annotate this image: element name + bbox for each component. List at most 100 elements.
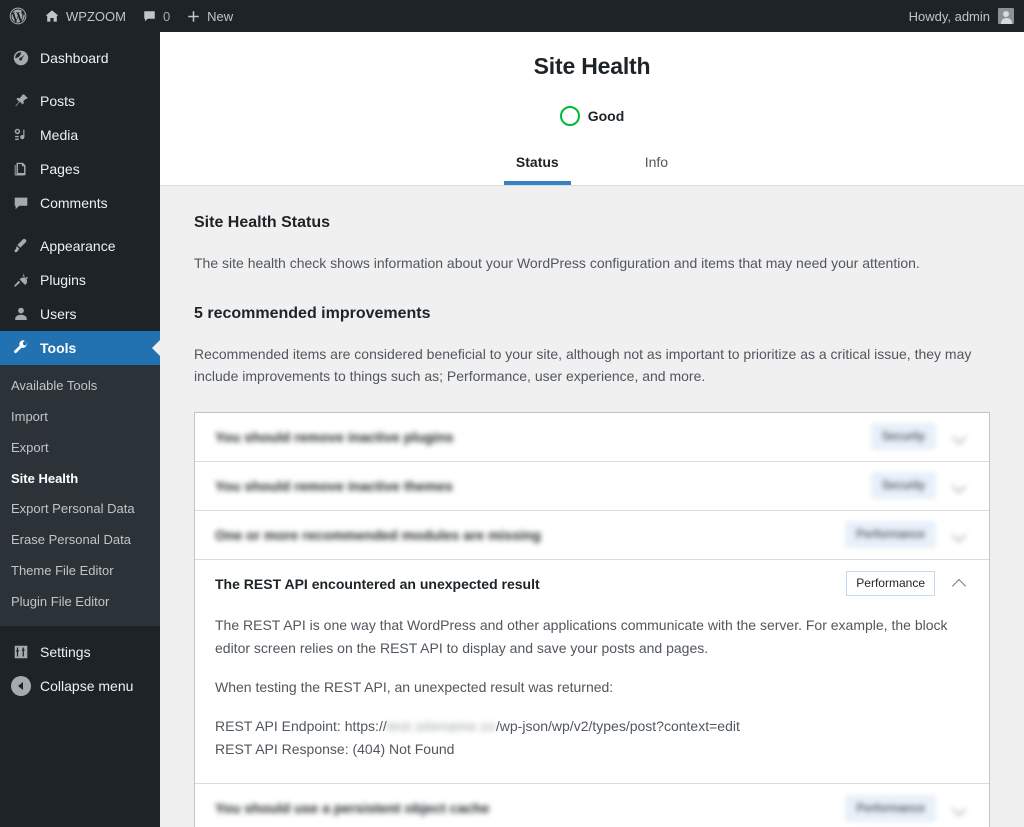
sidebar-item-label: Appearance bbox=[40, 238, 116, 254]
submenu-item-export[interactable]: Export bbox=[0, 433, 160, 464]
paintbrush-icon bbox=[11, 236, 31, 256]
sidebar-item-label: Dashboard bbox=[40, 50, 109, 66]
section-title: Site Health Status bbox=[194, 213, 331, 231]
admin-bar: WPZOOM 0 New Howdy, admin bbox=[0, 0, 1024, 32]
sidebar-item-label: Plugins bbox=[40, 272, 86, 288]
accordion-toggle[interactable] bbox=[947, 523, 971, 547]
site-health-header: Site Health Good Status Info bbox=[160, 32, 1024, 186]
user-icon bbox=[11, 304, 31, 324]
sidebar-item-plugins[interactable]: Plugins bbox=[0, 263, 160, 297]
accordion-header[interactable]: You should remove inactive themes Securi… bbox=[195, 462, 989, 510]
sidebar-item-pages[interactable]: Pages bbox=[0, 152, 160, 186]
accordion-row: You should remove inactive plugins Secur… bbox=[195, 413, 989, 462]
chevron-down-icon bbox=[953, 528, 966, 541]
submenu-item-site-health[interactable]: Site Health bbox=[0, 464, 160, 495]
endpoint-suffix: /wp-json/wp/v2/types/post?context=edit bbox=[495, 718, 740, 735]
status-badge: Performance bbox=[846, 795, 935, 821]
issues-accordion: You should remove inactive plugins Secur… bbox=[194, 411, 990, 827]
menu-separator-3 bbox=[0, 626, 160, 635]
endpoint-redacted-domain: test.sitename.xx bbox=[386, 718, 496, 735]
sidebar-item-media[interactable]: Media bbox=[0, 118, 160, 152]
wordpress-logo-button[interactable] bbox=[0, 0, 36, 32]
accordion-title: You should use a persistent object cache bbox=[215, 800, 490, 817]
chevron-down-icon bbox=[953, 430, 966, 443]
accordion-row: You should use a persistent object cache… bbox=[195, 784, 989, 827]
sidebar-item-label: Posts bbox=[40, 93, 76, 109]
accordion-header[interactable]: The REST API encountered an unexpected r… bbox=[195, 560, 989, 608]
accordion-header[interactable]: You should remove inactive plugins Secur… bbox=[195, 413, 989, 461]
accordion-toggle[interactable] bbox=[947, 796, 971, 820]
plus-icon bbox=[188, 10, 199, 22]
accordion-row-expanded: The REST API encountered an unexpected r… bbox=[195, 560, 989, 785]
submenu-item-available-tools[interactable]: Available Tools bbox=[0, 371, 160, 402]
sidebar-bottom: Settings Collapse menu bbox=[0, 625, 160, 703]
page-title: Site Health bbox=[533, 53, 651, 79]
account-menu[interactable]: Howdy, admin bbox=[909, 8, 1024, 24]
health-tabs: Status Info bbox=[160, 148, 1024, 185]
accordion-toggle[interactable] bbox=[947, 572, 971, 596]
site-health-body: Site Health Status The site health check… bbox=[160, 186, 1024, 827]
accordion-title: You should remove inactive plugins bbox=[215, 428, 454, 445]
tab-status[interactable]: Status bbox=[503, 148, 571, 185]
avatar bbox=[998, 8, 1014, 24]
accordion-header[interactable]: One or more recommended modules are miss… bbox=[195, 511, 989, 559]
new-content-label: New bbox=[207, 8, 234, 24]
menu-top-spacer bbox=[0, 32, 160, 41]
site-name-label: WPZOOM bbox=[66, 8, 126, 24]
submenu-item-import[interactable]: Import bbox=[0, 402, 160, 433]
accordion-title: One or more recommended modules are miss… bbox=[215, 526, 541, 543]
accordion-header[interactable]: You should use a persistent object cache… bbox=[195, 784, 989, 827]
comments-count: 0 bbox=[162, 8, 171, 24]
pin-icon bbox=[11, 91, 31, 111]
sidebar-item-users[interactable]: Users bbox=[0, 297, 160, 331]
sidebar-item-label: Users bbox=[40, 306, 77, 322]
accordion-toggle[interactable] bbox=[947, 474, 971, 498]
collapse-menu-label: Collapse menu bbox=[40, 677, 134, 694]
sidebar-item-label: Settings bbox=[40, 643, 91, 660]
sidebar-item-posts[interactable]: Posts bbox=[0, 84, 160, 118]
submenu-item-export-personal-data[interactable]: Export Personal Data bbox=[0, 494, 160, 525]
sidebar-item-comments[interactable]: Comments bbox=[0, 186, 160, 220]
home-icon bbox=[45, 10, 59, 22]
accordion-title: You should remove inactive themes bbox=[215, 477, 453, 494]
endpoint-prefix: REST API Endpoint: https:// bbox=[215, 718, 387, 735]
sidebar-item-label: Pages bbox=[40, 161, 80, 177]
plug-icon bbox=[11, 270, 31, 290]
sidebar-item-appearance[interactable]: Appearance bbox=[0, 229, 160, 263]
howdy-label: Howdy, admin bbox=[908, 8, 990, 24]
accordion-row: One or more recommended modules are miss… bbox=[195, 511, 989, 560]
sidebar-item-settings[interactable]: Settings bbox=[0, 635, 160, 669]
wrench-icon bbox=[11, 338, 31, 358]
menu-separator-1 bbox=[0, 75, 160, 84]
collapse-menu-button[interactable]: Collapse menu bbox=[0, 669, 160, 703]
accordion-row: You should remove inactive themes Securi… bbox=[195, 462, 989, 511]
improvements-title: 5 recommended improvements bbox=[194, 304, 431, 322]
rest-api-details: REST API Endpoint: https://test.sitename… bbox=[215, 715, 969, 761]
submenu-item-plugin-file-editor[interactable]: Plugin File Editor bbox=[0, 587, 160, 618]
new-content-button[interactable]: New bbox=[178, 0, 241, 32]
section-description: The site health check shows information … bbox=[194, 255, 920, 272]
tab-info[interactable]: Info bbox=[633, 148, 680, 185]
health-status-indicator: Good bbox=[160, 105, 1024, 126]
submenu-item-theme-file-editor[interactable]: Theme File Editor bbox=[0, 556, 160, 587]
submenu-item-erase-personal-data[interactable]: Erase Personal Data bbox=[0, 525, 160, 556]
collapse-arrow-icon bbox=[11, 675, 31, 696]
main-content: Site Health Good Status Info Site Health… bbox=[160, 32, 1024, 827]
site-name-button[interactable]: WPZOOM bbox=[36, 0, 134, 32]
accordion-title: The REST API encountered an unexpected r… bbox=[215, 575, 540, 592]
status-label: Good bbox=[587, 107, 625, 124]
sidebar-item-tools[interactable]: Tools bbox=[0, 331, 160, 365]
accordion-toggle[interactable] bbox=[947, 425, 971, 449]
dashboard-icon bbox=[11, 48, 31, 68]
sidebar-item-dashboard[interactable]: Dashboard bbox=[0, 41, 160, 75]
comments-button[interactable]: 0 bbox=[134, 0, 178, 32]
accordion-body: The REST API is one way that WordPress a… bbox=[195, 608, 989, 783]
chevron-down-icon bbox=[953, 802, 966, 815]
status-badge: Performance bbox=[846, 522, 935, 548]
comment-bubble-icon bbox=[144, 10, 155, 21]
chevron-up-icon bbox=[953, 577, 966, 590]
pages-icon bbox=[11, 159, 31, 179]
rest-api-paragraph-2: When testing the REST API, an unexpected… bbox=[215, 679, 614, 696]
wordpress-logo-icon bbox=[9, 7, 27, 25]
comment-bubble-icon bbox=[11, 193, 31, 213]
